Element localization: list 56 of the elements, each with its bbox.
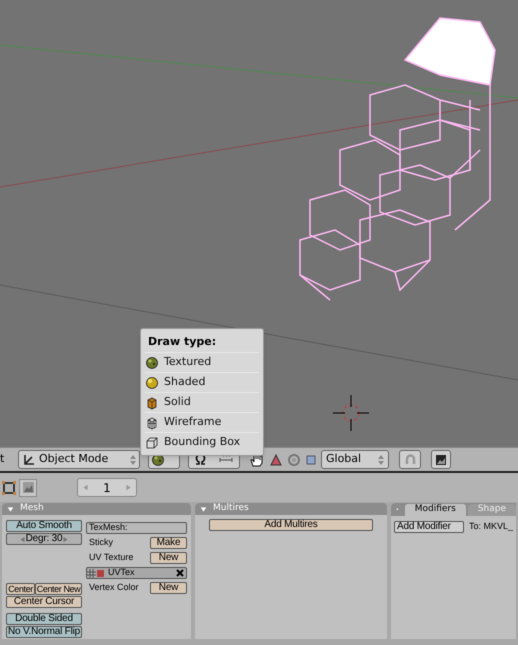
toggle-button[interactable]: Auto Smooth bbox=[6, 520, 82, 532]
edit-context-icon[interactable] bbox=[1, 480, 17, 496]
spread-icon bbox=[218, 454, 234, 465]
close-icon[interactable] bbox=[176, 569, 184, 577]
collapse-icon[interactable] bbox=[200, 506, 207, 512]
action-button[interactable]: New bbox=[150, 582, 187, 594]
right-arrow-icon[interactable] bbox=[124, 484, 132, 491]
render-button[interactable] bbox=[431, 450, 451, 469]
image-icon bbox=[435, 454, 447, 466]
cursor-icon bbox=[332, 394, 370, 432]
field-label: UV Texture bbox=[88, 551, 134, 564]
toggle-button[interactable]: No V.Normal Flip bbox=[6, 626, 82, 638]
axis-icon bbox=[22, 453, 35, 466]
menu-item[interactable]: Bounding Box bbox=[145, 432, 259, 452]
center-cursor-button[interactable]: Center Cursor bbox=[6, 596, 82, 608]
field-label: Vertex Color bbox=[88, 581, 139, 594]
image-icon bbox=[96, 568, 105, 578]
bounding-box-icon bbox=[145, 436, 159, 450]
magnet-icon bbox=[404, 453, 416, 466]
square-icon[interactable] bbox=[305, 454, 317, 466]
snap-button[interactable] bbox=[399, 450, 421, 469]
menu-label[interactable]: t bbox=[0, 451, 6, 468]
mode-select[interactable]: Object Mode bbox=[18, 450, 140, 469]
updown-icon bbox=[130, 454, 136, 464]
action-button[interactable]: Make bbox=[150, 537, 187, 549]
grid-icon bbox=[87, 568, 96, 578]
shaded-icon bbox=[145, 376, 159, 390]
panel-tab[interactable]: Modifiers bbox=[404, 504, 466, 516]
left-arrow-icon[interactable] bbox=[82, 484, 89, 491]
panel-title: Multires bbox=[213, 502, 249, 516]
add-multires-button[interactable]: Add Multires bbox=[209, 519, 373, 531]
collapse-icon[interactable] bbox=[7, 506, 14, 512]
menu-title: Draw type: bbox=[147, 334, 218, 350]
center-button[interactable]: Center New bbox=[35, 583, 82, 595]
action-button[interactable]: New bbox=[150, 552, 187, 564]
toggle-button[interactable]: Double Sided bbox=[6, 613, 82, 625]
texmesh-field[interactable]: TexMesh: bbox=[86, 522, 187, 534]
menu-item[interactable]: Wireframe bbox=[145, 412, 259, 432]
target-label: To: MKVL_ bbox=[468, 520, 513, 533]
field-label: Sticky bbox=[88, 536, 114, 550]
menu-item[interactable]: Textured bbox=[145, 352, 259, 372]
uv-layer-field[interactable]: UVTex bbox=[86, 567, 187, 579]
solid-icon bbox=[145, 396, 159, 410]
panel-title: Mesh bbox=[20, 502, 44, 516]
triangle-icon[interactable] bbox=[269, 452, 283, 466]
updown-icon bbox=[378, 454, 384, 464]
textured-icon bbox=[145, 356, 159, 370]
image-icon bbox=[22, 482, 34, 493]
menu-item[interactable]: Shaded bbox=[145, 372, 259, 392]
orientation-select[interactable]: Global bbox=[321, 450, 389, 469]
center-button[interactable]: Center bbox=[6, 583, 35, 595]
omega-icon bbox=[194, 453, 208, 466]
frame-field[interactable]: 1 bbox=[77, 478, 137, 497]
wireframe-icon bbox=[145, 416, 159, 430]
menu-item[interactable]: Solid bbox=[145, 392, 259, 412]
add-modifier-button[interactable]: Add Modifier bbox=[394, 520, 464, 533]
